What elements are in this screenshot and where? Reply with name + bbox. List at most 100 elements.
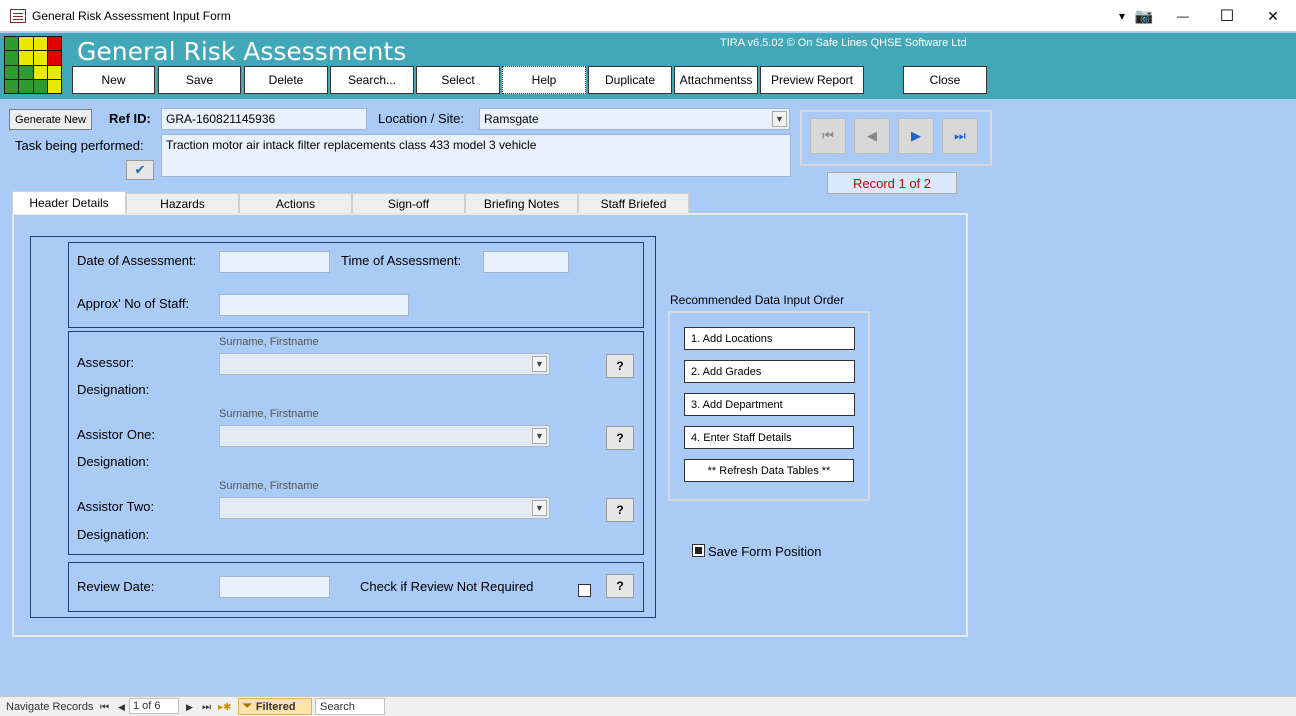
logo-cell [5,79,19,93]
next-record-button[interactable]: ▶ [898,118,934,154]
refresh-data-tables-button[interactable]: ** Refresh Data Tables ** [684,459,854,482]
logo-cell [19,37,33,51]
navigate-records-label: Navigate Records [6,701,94,713]
assistor-two-designation-label: Designation: [77,527,150,542]
attachments-button[interactable]: Attachmentss [674,66,758,94]
filtered-toggle[interactable]: ⏷ Filtered [238,698,312,715]
review-date-label: Review Date: [77,579,155,594]
ref-id-label: Ref ID: [109,111,151,126]
status-bar [0,696,1296,716]
search-box[interactable]: Search [315,698,385,715]
assistor-two-hint: Surname, Firstname [219,480,319,492]
logo-cell [47,51,61,65]
task-label: Task being performed: [15,138,144,153]
date-field[interactable] [219,251,330,273]
search-button[interactable]: Search... [330,66,414,94]
recommended-title: Recommended Data Input Order [670,293,845,307]
add-department-button[interactable]: 3. Add Department [684,393,855,416]
assessor-label: Assessor: [77,355,135,370]
new-record-icon[interactable]: ▸✱ [218,699,231,715]
time-label: Time of Assessment: [341,253,462,268]
filter-icon: ⏷ [243,700,252,712]
tab-header-details[interactable]: Header Details [12,191,126,214]
prev-record-icon[interactable]: ◀ [118,699,125,715]
logo-cell [33,51,47,65]
logo-cell [5,51,19,65]
logo-cell [47,65,61,79]
date-label: Date of Assessment: [77,253,197,268]
last-record-button[interactable]: ⏭ [942,118,978,154]
ref-id-field[interactable]: GRA-160821145936 [161,108,367,130]
enter-staff-details-button[interactable]: 4. Enter Staff Details [684,426,854,449]
assistor-two-dropdown[interactable]: ▼ [219,497,550,519]
record-counter: Record 1 of 2 [827,172,957,194]
review-date-field[interactable] [219,576,330,598]
logo-cell [47,79,61,93]
assistor-one-hint: Surname, Firstname [219,408,319,420]
next-record-icon[interactable]: ▶ [186,699,193,715]
logo-cell [19,79,33,93]
save-button[interactable]: Save [158,66,241,94]
logo-cell [47,37,61,51]
tab-sign-off[interactable]: Sign-off [352,193,465,214]
assessor-dropdown[interactable]: ▼ [219,353,550,375]
logo-cell [33,37,47,51]
assistor-one-dropdown[interactable]: ▼ [219,425,550,447]
close-form-button[interactable]: Close [903,66,987,94]
chevron-down-icon[interactable]: ▼ [532,428,547,444]
app-title: General Risk Assessments [77,37,407,66]
record-number-field[interactable]: 1 of 6 [129,698,179,714]
logo-cell [5,37,19,51]
first-record-button[interactable]: ⏮ [810,118,846,154]
window-title: General Risk Assessment Input Form [32,9,231,23]
maximize-button[interactable]: ☐ [1204,0,1250,32]
new-button[interactable]: New [72,66,155,94]
close-window-button[interactable]: ✕ [1250,0,1296,32]
save-form-position-checkbox[interactable] [692,544,705,557]
review-help-button[interactable]: ? [606,574,634,598]
staff-count-field[interactable] [219,294,409,316]
version-text: TIRA v6.5.02 © On Safe Lines QHSE Softwa… [720,37,967,49]
filtered-label: Filtered [255,700,296,713]
checkbox-fill-icon [695,547,702,554]
task-field[interactable]: Traction motor air intack filter replace… [161,134,791,177]
generate-new-button[interactable]: Generate New [9,109,92,130]
last-record-icon[interactable]: ⏭ [202,699,211,715]
assistor-one-help-button[interactable]: ? [606,426,634,450]
tab-hazards[interactable]: Hazards [126,193,239,214]
tab-actions[interactable]: Actions [239,193,352,214]
logo-cell [19,65,33,79]
location-dropdown[interactable]: Ramsgate ▼ [479,108,790,130]
assistor-two-label: Assistor Two: [77,499,155,514]
duplicate-button[interactable]: Duplicate [588,66,672,94]
spellcheck-icon[interactable]: ✔ [126,160,154,180]
time-field[interactable] [483,251,569,273]
chevron-down-icon[interactable]: ▼ [772,111,787,127]
chevron-down-icon[interactable]: ▼ [532,356,547,372]
risk-matrix-logo [4,36,62,94]
select-button[interactable]: Select [416,66,500,94]
staff-label: Approx' No of Staff: [77,296,190,311]
logo-cell [33,79,47,93]
assistor-one-designation-label: Designation: [77,454,150,469]
tab-briefing-notes[interactable]: Briefing Notes [465,193,578,214]
chevron-down-icon[interactable]: ▼ [532,500,547,516]
review-check-label: Check if Review Not Required [360,579,534,594]
add-grades-button[interactable]: 2. Add Grades [684,360,855,383]
assistor-two-help-button[interactable]: ? [606,498,634,522]
tab-staff-briefed[interactable]: Staff Briefed [578,193,689,214]
first-record-icon[interactable]: ⏮ [100,699,109,715]
assessor-help-button[interactable]: ? [606,354,634,378]
help-button[interactable]: Help [502,66,586,94]
review-not-required-checkbox[interactable] [578,584,591,597]
delete-button[interactable]: Delete [244,66,328,94]
add-locations-button[interactable]: 1. Add Locations [684,327,855,350]
minimize-button[interactable]: — [1160,0,1206,32]
assessor-hint: Surname, Firstname [219,336,319,348]
previous-record-button[interactable]: ◀ [854,118,890,154]
logo-cell [33,65,47,79]
logo-cell [5,65,19,79]
logo-cell [19,51,33,65]
preview-report-button[interactable]: Preview Report [760,66,864,94]
review-section [68,562,644,612]
